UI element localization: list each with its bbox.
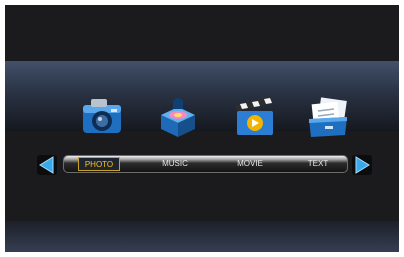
media-menu-screen: PHOTO MUSIC MOVIE TEXT bbox=[5, 5, 399, 252]
tab-movie[interactable]: MOVIE bbox=[230, 157, 270, 171]
media-icons-row bbox=[5, 91, 399, 143]
tab-music[interactable]: MUSIC bbox=[155, 157, 195, 171]
camera-icon[interactable] bbox=[77, 91, 127, 141]
left-arrow-icon[interactable] bbox=[36, 154, 58, 176]
tab-photo-label: PHOTO bbox=[84, 160, 114, 169]
right-arrow-icon[interactable] bbox=[351, 154, 373, 176]
tab-music-label: MUSIC bbox=[162, 159, 188, 168]
tab-photo[interactable]: PHOTO bbox=[78, 157, 120, 171]
tab-text-label: TEXT bbox=[307, 159, 329, 168]
tab-text[interactable]: TEXT bbox=[301, 157, 335, 171]
music-box-icon[interactable] bbox=[153, 91, 203, 141]
clapperboard-icon[interactable] bbox=[229, 91, 279, 141]
tab-movie-label: MOVIE bbox=[237, 159, 263, 168]
bottom-band bbox=[5, 221, 399, 252]
document-folder-icon[interactable] bbox=[303, 91, 353, 141]
